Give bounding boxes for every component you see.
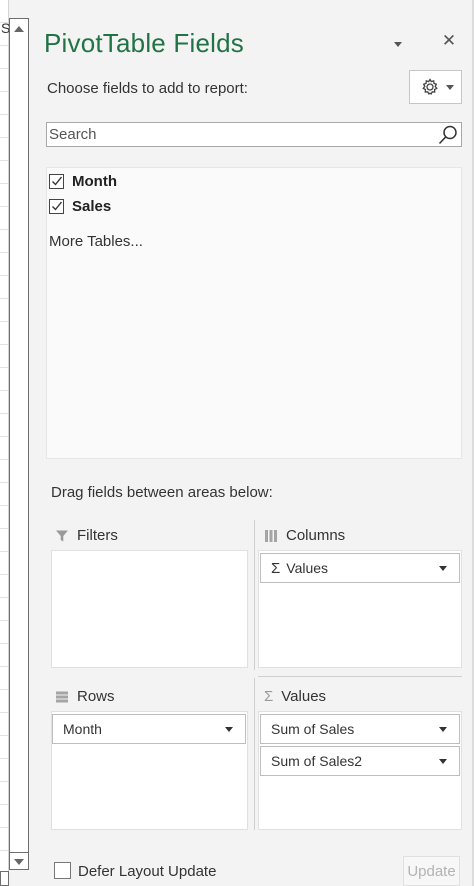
chevron-down-icon [446, 84, 454, 90]
filters-area-header: Filters [55, 527, 118, 544]
rows-icon [56, 691, 68, 702]
sheet-corner-box [0, 871, 9, 886]
filters-drop-area[interactable] [51, 550, 248, 668]
chevron-down-icon[interactable] [439, 759, 447, 764]
area-divider [254, 520, 255, 670]
chip-label: Sum of Sales [271, 721, 355, 737]
field-label: Sales [72, 197, 112, 215]
area-divider [258, 676, 462, 677]
gear-icon [422, 78, 438, 95]
columns-chip-values[interactable]: Σ Values [260, 553, 460, 583]
values-chip-sum-of-sales2[interactable]: Sum of Sales2 [260, 746, 460, 776]
choose-fields-label: Choose fields to add to report: [47, 80, 248, 97]
checkbox-sales[interactable] [49, 198, 64, 214]
sigma-icon: Σ [271, 559, 281, 577]
spreadsheet-edge [0, 0, 9, 886]
values-label: Values [281, 688, 327, 705]
chip-label: Month [63, 721, 102, 737]
filters-label: Filters [77, 527, 118, 544]
chevron-down-icon[interactable] [439, 727, 447, 732]
rows-chip-month[interactable]: Month [52, 714, 246, 744]
tools-button[interactable] [409, 70, 462, 104]
values-area-header: Σ Values [264, 688, 326, 705]
pane-title: PivotTable Fields [44, 28, 244, 58]
update-button[interactable]: Update [403, 856, 460, 886]
defer-layout-label: Defer Layout Update [78, 863, 217, 880]
rows-label: Rows [77, 688, 115, 705]
checkmark-icon [51, 176, 62, 186]
drag-fields-label: Drag fields between areas below: [51, 484, 273, 501]
filter-icon [56, 530, 68, 541]
defer-layout-checkbox[interactable] [54, 862, 71, 879]
scroll-down-arrow-icon[interactable] [9, 852, 29, 870]
columns-area-header: Columns [264, 527, 345, 544]
field-label: Month [72, 172, 117, 190]
columns-label: Columns [286, 527, 346, 544]
area-divider [254, 678, 255, 830]
sheet-cell-fragment: S [1, 20, 9, 36]
rows-area-header: Rows [55, 688, 115, 705]
field-item-month[interactable]: Month [49, 171, 117, 191]
columns-icon [265, 529, 277, 542]
checkmark-icon [51, 201, 62, 211]
search-icon[interactable] [437, 124, 459, 146]
more-tables-link[interactable]: More Tables... [49, 233, 143, 250]
chip-label: Sum of Sales2 [271, 753, 363, 769]
chevron-down-icon[interactable] [439, 566, 447, 571]
field-list: Month Sales More Tables... [46, 167, 462, 459]
search-field[interactable] [46, 122, 462, 147]
values-chip-sum-of-sales[interactable]: Sum of Sales [260, 714, 460, 744]
chevron-down-icon[interactable] [225, 727, 233, 732]
vertical-scrollbar[interactable] [9, 18, 29, 870]
search-input[interactable] [47, 123, 432, 146]
sigma-icon: Σ [264, 688, 274, 705]
close-icon[interactable]: ✕ [440, 32, 458, 50]
task-pane-options-icon[interactable] [392, 40, 404, 48]
chip-label: Values [286, 560, 329, 576]
checkbox-month[interactable] [49, 173, 64, 189]
scroll-up-arrow-icon[interactable] [12, 22, 26, 36]
field-item-sales[interactable]: Sales [49, 196, 111, 216]
